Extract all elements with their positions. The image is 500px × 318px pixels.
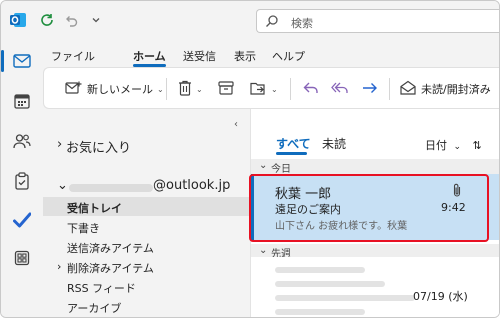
chevron-down-icon[interactable]: ⌄	[157, 85, 164, 94]
search-icon	[265, 14, 279, 31]
apps-icon[interactable]	[9, 245, 35, 271]
folder-label: RSS フィード	[67, 282, 136, 295]
account-name-redacted	[69, 184, 153, 192]
redacted-sender	[275, 267, 365, 273]
chevron-down-icon: ⌄	[453, 142, 462, 152]
tab-send-receive[interactable]: 送受信	[183, 48, 216, 64]
delete-button[interactable]: ⌄	[178, 78, 203, 100]
folder-sent[interactable]: 送信済みアイテム	[43, 237, 250, 256]
folder-rss[interactable]: RSS フィード	[43, 277, 250, 296]
folder-pane: ‹ › お気に入り ⌄ @outlook.jp 受信トレイ 下書き 送信済みアイ…	[43, 109, 250, 317]
search-placeholder: 検索	[291, 17, 313, 30]
chevron-right-icon: ›	[57, 137, 63, 152]
redacted-subject	[275, 281, 385, 287]
favorites-header[interactable]: › お気に入り	[43, 135, 250, 157]
calendar-icon[interactable]	[9, 88, 35, 114]
move-button[interactable]: ⌄	[250, 78, 278, 100]
outlook-logo-icon	[9, 11, 27, 29]
delete-icon	[178, 80, 192, 99]
chevron-down-icon[interactable]: ⌄	[196, 85, 203, 94]
message-date: 07/19 (水)	[413, 290, 468, 303]
collapse-pane-icon[interactable]: ‹	[234, 119, 238, 130]
account-header[interactable]: ⌄ @outlook.jp	[43, 176, 250, 198]
folder-inbox[interactable]: 受信トレイ	[43, 197, 250, 216]
archive-button[interactable]	[218, 78, 234, 100]
folder-label: 下書き	[67, 222, 100, 235]
message-item[interactable]: 07/19 (水)	[251, 257, 499, 317]
folder-label: アーカイブ	[67, 302, 122, 315]
tab-home[interactable]: ホーム	[133, 48, 166, 64]
forward-button[interactable]	[362, 78, 378, 100]
ribbon-divider	[166, 78, 167, 100]
search-box[interactable]: 検索	[256, 9, 499, 33]
account-domain: @outlook.jp	[153, 178, 231, 193]
folder-drafts[interactable]: 下書き	[43, 217, 250, 236]
redacted-preview	[275, 309, 365, 315]
mail-icon[interactable]	[9, 48, 35, 74]
sort-label: 日付	[425, 139, 447, 152]
quick-access-dropdown-icon[interactable]	[87, 11, 105, 29]
new-mail-icon	[65, 81, 82, 98]
title-bar: 検索	[1, 1, 499, 39]
reply-all-button[interactable]	[331, 78, 349, 100]
chevron-down-icon: ⌄	[259, 245, 268, 256]
ribbon: 新しいメール ⌄ ⌄ ⌄ 未読/開封済み	[43, 67, 499, 109]
folder-archive[interactable]: アーカイブ	[43, 297, 250, 316]
redacted-preview	[275, 295, 415, 301]
archive-icon	[218, 80, 234, 98]
envelope-open-icon	[400, 80, 416, 98]
tab-view[interactable]: 表示	[234, 48, 256, 64]
active-filter-indicator	[276, 152, 307, 155]
sync-icon[interactable]	[38, 11, 56, 29]
chevron-right-icon: ›	[57, 260, 62, 273]
filter-tab-unread[interactable]: 未読	[322, 135, 346, 152]
tab-file[interactable]: ファイル	[51, 48, 95, 64]
app-rail	[1, 39, 43, 317]
read-unread-button[interactable]: 未読/開封済み	[400, 78, 491, 100]
folder-deleted[interactable]: › 削除済みアイテム	[43, 257, 250, 276]
sort-button[interactable]: 日付 ⌄ ⇅	[425, 137, 482, 153]
group-header-today[interactable]: ⌄ 今日	[251, 159, 499, 175]
folder-label: 受信トレイ	[67, 202, 122, 215]
new-mail-button[interactable]: 新しいメール ⌄	[65, 78, 164, 100]
outlook-window: 検索 ファイル ホーム 送受信 表示 ヘルプ 新しいメール ⌄ ⌄ ⌄ 未読/開…	[0, 0, 500, 318]
folder-label: 削除済みアイテム	[67, 262, 154, 275]
favorites-label: お気に入り	[66, 141, 132, 156]
filter-tab-all[interactable]: すべて	[276, 135, 311, 152]
folder-label: 送信済みアイテム	[67, 242, 154, 255]
group-label: 今日	[271, 164, 291, 175]
chevron-down-icon[interactable]: ⌄	[271, 85, 278, 94]
new-mail-label: 新しいメール	[87, 83, 153, 96]
sort-direction-icon[interactable]: ⇅	[473, 139, 482, 152]
todo-icon[interactable]	[9, 207, 35, 233]
reply-button[interactable]	[303, 78, 319, 100]
rail-active-indicator	[1, 50, 4, 72]
undo-icon[interactable]	[62, 11, 80, 29]
tab-help[interactable]: ヘルプ	[272, 48, 305, 64]
menu-bar: ファイル ホーム 送受信 表示 ヘルプ	[43, 39, 499, 67]
reply-all-icon	[331, 81, 349, 98]
highlight-box	[249, 174, 489, 242]
chevron-down-icon: ⌄	[57, 178, 68, 193]
move-icon	[250, 80, 267, 99]
ribbon-divider	[290, 78, 291, 100]
ribbon-divider	[389, 78, 390, 100]
people-icon[interactable]	[9, 128, 35, 154]
chevron-down-icon: ⌄	[259, 160, 268, 171]
read-unread-label: 未読/開封済み	[421, 83, 491, 96]
forward-icon	[362, 81, 378, 98]
reply-icon	[303, 81, 319, 98]
tasks-icon[interactable]	[9, 168, 35, 194]
